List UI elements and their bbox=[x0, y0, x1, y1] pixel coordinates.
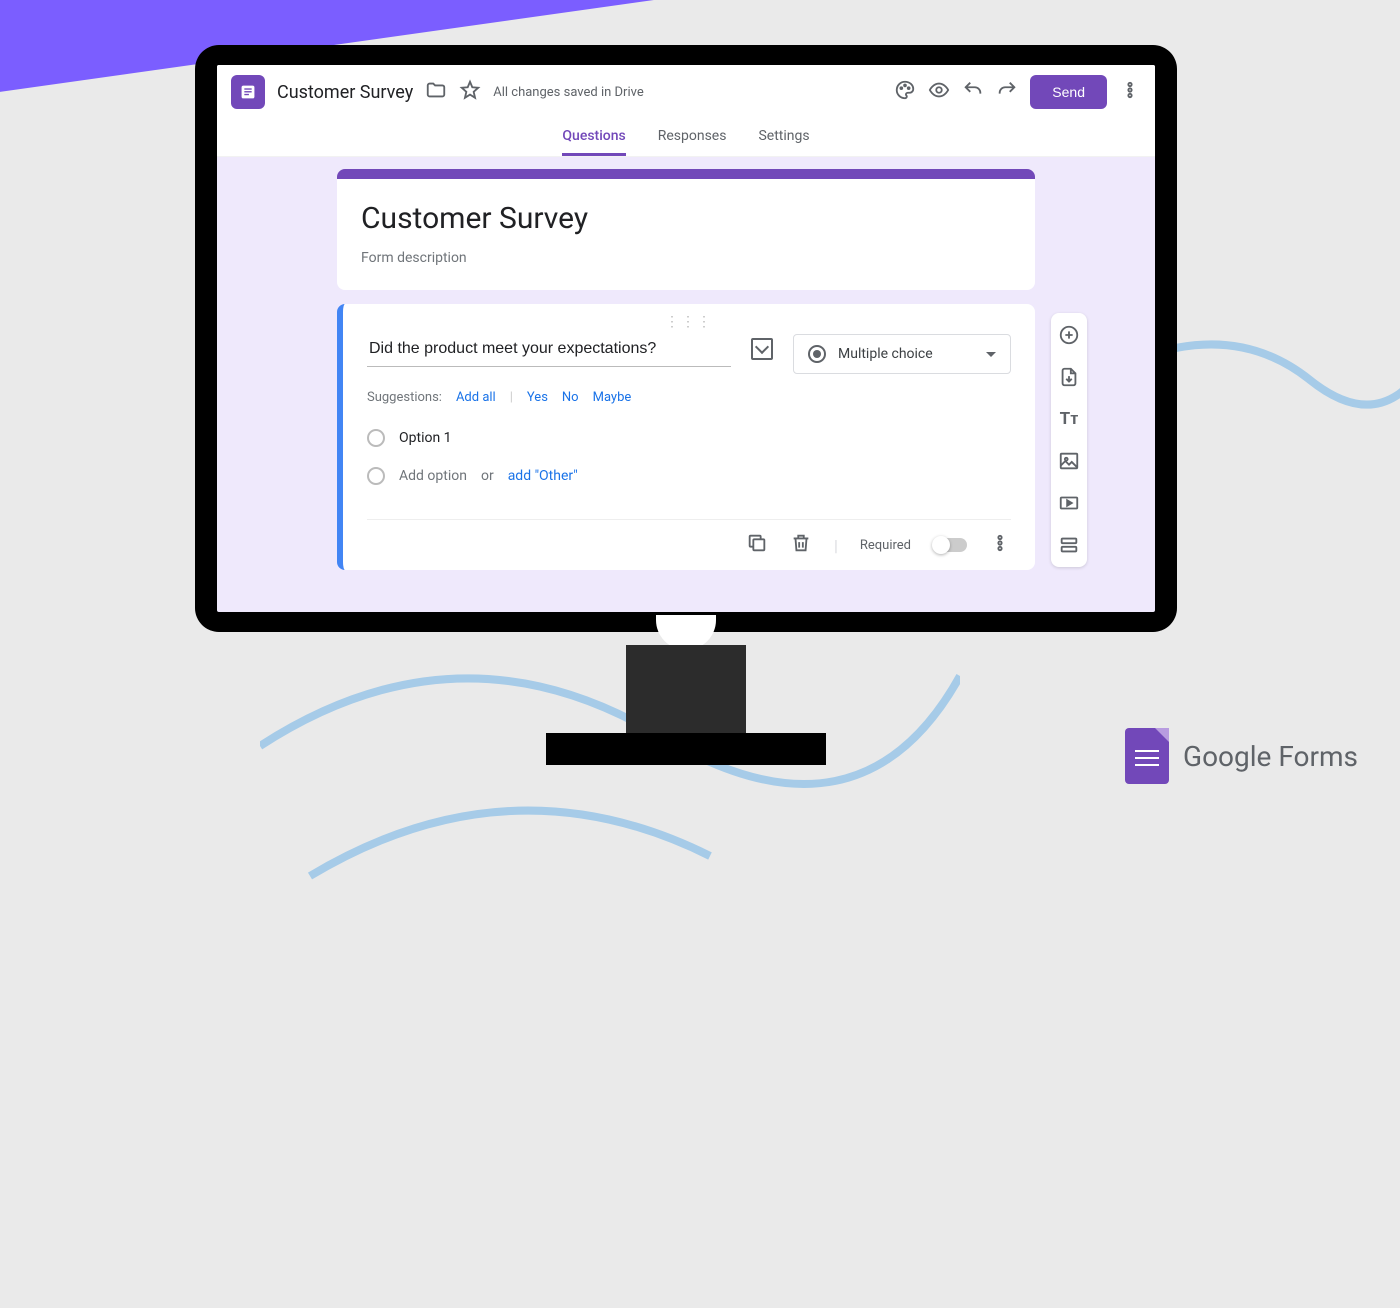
title-card[interactable]: Customer Survey Form description bbox=[337, 169, 1035, 290]
option-row[interactable]: Option 1 bbox=[367, 419, 1011, 457]
undo-icon[interactable] bbox=[962, 79, 984, 105]
duplicate-icon[interactable] bbox=[746, 532, 768, 558]
tab-settings[interactable]: Settings bbox=[758, 119, 809, 156]
question-input[interactable] bbox=[367, 334, 731, 367]
add-title-icon[interactable]: Tᴛ bbox=[1057, 407, 1081, 431]
palette-icon[interactable] bbox=[894, 79, 916, 105]
or-label: or bbox=[481, 468, 494, 484]
form-canvas: Customer Survey Form description ⋮⋮⋮ Mul… bbox=[217, 157, 1155, 596]
form-description[interactable]: Form description bbox=[361, 250, 1011, 266]
add-option-button[interactable]: Add option bbox=[399, 468, 467, 484]
document-title[interactable]: Customer Survey bbox=[277, 82, 413, 103]
tabs-bar: Questions Responses Settings bbox=[217, 119, 1155, 157]
tab-responses[interactable]: Responses bbox=[658, 119, 727, 156]
question-card[interactable]: ⋮⋮⋮ Multiple choice Suggestions: Add all… bbox=[337, 304, 1035, 570]
add-image-icon[interactable] bbox=[1057, 449, 1081, 473]
suggestion-no[interactable]: No bbox=[562, 390, 579, 405]
required-label: Required bbox=[860, 538, 911, 553]
chevron-down-icon bbox=[986, 352, 996, 357]
side-toolbar: Tᴛ bbox=[1051, 313, 1087, 567]
brand-text: Google Forms bbox=[1183, 740, 1358, 773]
drag-handle-icon[interactable]: ⋮⋮⋮ bbox=[367, 314, 1011, 330]
send-button[interactable]: Send bbox=[1030, 75, 1107, 109]
suggestion-yes[interactable]: Yes bbox=[527, 390, 548, 405]
forms-logo-icon[interactable] bbox=[231, 75, 265, 109]
save-status: All changes saved in Drive bbox=[493, 85, 644, 100]
add-section-icon[interactable] bbox=[1057, 533, 1081, 557]
required-toggle[interactable] bbox=[933, 538, 967, 552]
star-icon[interactable] bbox=[459, 79, 481, 105]
folder-icon[interactable] bbox=[425, 79, 447, 105]
tab-questions[interactable]: Questions bbox=[562, 119, 625, 156]
question-type-label: Multiple choice bbox=[838, 346, 974, 362]
monitor-bezel: Customer Survey All changes saved in Dri… bbox=[195, 45, 1177, 632]
radio-icon bbox=[808, 345, 826, 363]
add-other-button[interactable]: add "Other" bbox=[508, 468, 578, 484]
import-icon[interactable] bbox=[1057, 365, 1081, 389]
brand-badge: Google Forms bbox=[1125, 728, 1358, 784]
option-label[interactable]: Option 1 bbox=[399, 430, 452, 446]
delete-icon[interactable] bbox=[790, 532, 812, 558]
add-image-icon[interactable] bbox=[751, 338, 773, 360]
forms-logo-icon bbox=[1125, 728, 1169, 784]
suggestions-label: Suggestions: bbox=[367, 390, 442, 405]
add-option-row: Add option or add "Other" bbox=[367, 457, 1011, 495]
question-type-select[interactable]: Multiple choice bbox=[793, 334, 1011, 374]
monitor-base bbox=[546, 733, 826, 765]
suggestion-add-all[interactable]: Add all bbox=[456, 390, 496, 405]
radio-empty-icon bbox=[367, 429, 385, 447]
form-title[interactable]: Customer Survey bbox=[361, 201, 1011, 236]
radio-empty-icon bbox=[367, 467, 385, 485]
suggestions-row: Suggestions: Add all | Yes No Maybe bbox=[367, 390, 1011, 405]
monitor-frame: Customer Survey All changes saved in Dri… bbox=[195, 45, 1177, 765]
more-icon[interactable] bbox=[1119, 79, 1141, 105]
preview-icon[interactable] bbox=[928, 79, 950, 105]
add-video-icon[interactable] bbox=[1057, 491, 1081, 515]
header-bar: Customer Survey All changes saved in Dri… bbox=[217, 65, 1155, 119]
more-icon[interactable] bbox=[989, 532, 1011, 558]
question-footer: | Required bbox=[367, 519, 1011, 558]
add-question-icon[interactable] bbox=[1057, 323, 1081, 347]
suggestion-maybe[interactable]: Maybe bbox=[593, 390, 632, 405]
forms-editor-screen: Customer Survey All changes saved in Dri… bbox=[217, 65, 1155, 612]
redo-icon[interactable] bbox=[996, 79, 1018, 105]
